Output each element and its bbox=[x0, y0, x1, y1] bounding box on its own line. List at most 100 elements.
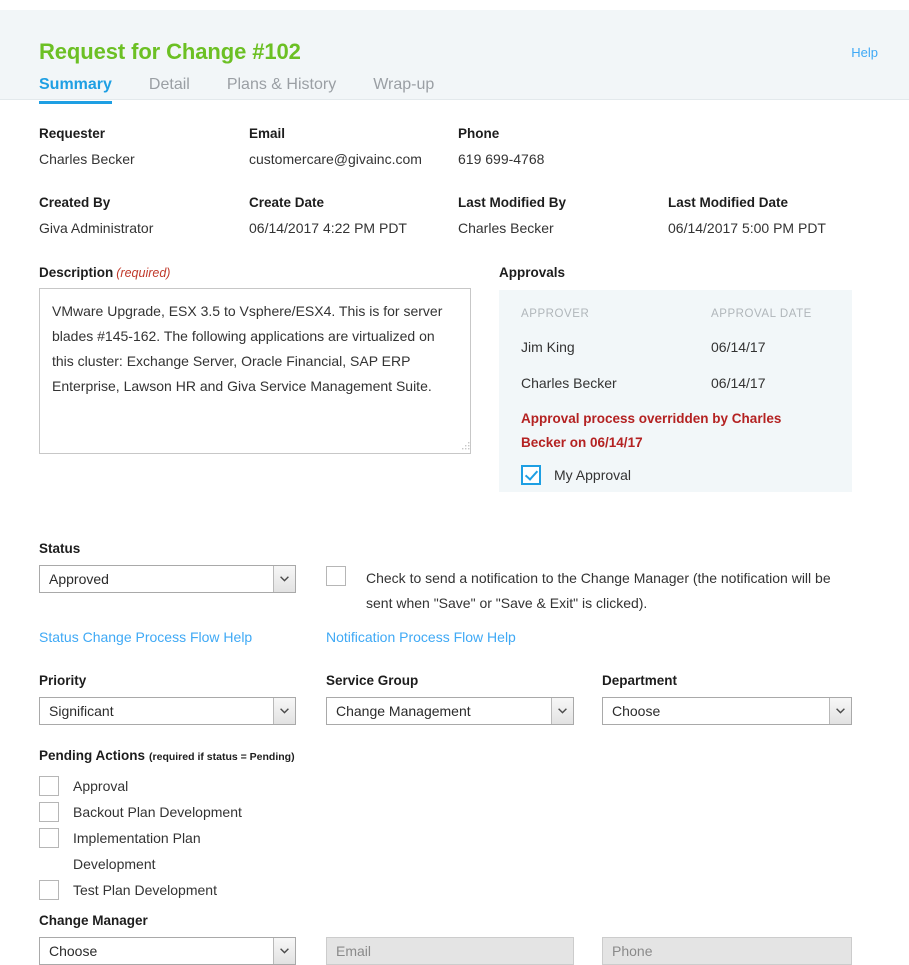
change-manager-email-block: Email bbox=[326, 937, 574, 965]
field-email-value: customercare@givainc.com bbox=[249, 151, 422, 167]
change-manager-email-field[interactable]: Email bbox=[326, 937, 574, 965]
field-requester-value: Charles Becker bbox=[39, 151, 135, 167]
service-group-block: Service Group Change Management bbox=[326, 673, 574, 725]
change-manager-block: Change Manager Choose bbox=[39, 913, 296, 965]
field-last-modified-by-value: Charles Becker bbox=[458, 220, 554, 236]
field-last-modified-date: Last Modified Date 06/14/2017 5:00 PM PD… bbox=[668, 195, 826, 236]
status-select-value: Approved bbox=[49, 571, 109, 587]
notification-checkbox[interactable] bbox=[326, 566, 346, 586]
field-last-modified-date-value: 06/14/2017 5:00 PM PDT bbox=[668, 220, 826, 236]
department-select[interactable]: Choose bbox=[602, 697, 852, 725]
field-last-modified-by: Last Modified By Charles Becker bbox=[458, 195, 566, 236]
department-select-value: Choose bbox=[612, 703, 661, 719]
approvals-col-approval-date: APPROVAL DATE bbox=[711, 308, 812, 320]
my-approval-row: My Approval bbox=[521, 465, 830, 485]
pending-actions-label: Pending Actions (required if status = Pen… bbox=[39, 748, 459, 763]
approvals-heading: Approvals bbox=[499, 265, 566, 280]
list-item: Approval bbox=[39, 774, 459, 798]
field-email: Email customercare@givainc.com bbox=[249, 126, 422, 167]
page-header: Request for Change #102 Help Summary Det… bbox=[0, 10, 909, 104]
list-item: Implementation Plan bbox=[39, 826, 459, 850]
notification-block: Check to send a notification to the Chan… bbox=[326, 566, 886, 616]
my-approval-checkbox[interactable] bbox=[521, 465, 541, 485]
description-label: Description (required) bbox=[39, 265, 474, 280]
approvals-header-row: APPROVER APPROVAL DATE bbox=[521, 308, 830, 339]
field-create-date: Create Date 06/14/2017 4:22 PM PDT bbox=[249, 195, 407, 236]
notification-text: Check to send a notification to the Chan… bbox=[366, 570, 831, 611]
change-manager-label: Change Manager bbox=[39, 913, 148, 928]
approver-name: Charles Becker bbox=[521, 375, 617, 391]
pending-action-label: Test Plan Development bbox=[73, 882, 217, 898]
pending-action-checkbox-implementation-plan-development[interactable] bbox=[39, 828, 59, 848]
field-phone: Phone 619 699-4768 bbox=[458, 126, 544, 167]
field-requester: Requester Charles Becker bbox=[39, 126, 135, 167]
description-label-text: Description bbox=[39, 265, 114, 280]
approvals-col-approver: APPROVER bbox=[521, 308, 590, 320]
department-block: Department Choose bbox=[602, 673, 852, 725]
service-group-select-value: Change Management bbox=[336, 703, 471, 719]
field-phone-label: Phone bbox=[458, 126, 500, 141]
pending-action-label: Backout Plan Development bbox=[73, 804, 242, 820]
field-created-by-value: Giva Administrator bbox=[39, 220, 154, 236]
field-create-date-value: 06/14/2017 4:22 PM PDT bbox=[249, 220, 407, 236]
pending-action-label: Approval bbox=[73, 778, 129, 794]
chevron-down-icon[interactable] bbox=[551, 698, 573, 724]
chevron-down-icon[interactable] bbox=[273, 698, 295, 724]
service-group-label: Service Group bbox=[326, 673, 419, 688]
status-label: Status bbox=[39, 541, 81, 556]
field-phone-value: 619 699-4768 bbox=[458, 151, 545, 167]
department-label: Department bbox=[602, 673, 678, 688]
notification-process-flow-help-link[interactable]: Notification Process Flow Help bbox=[326, 629, 516, 645]
description-input[interactable]: VMware Upgrade, ESX 3.5 to Vsphere/ESX4.… bbox=[39, 288, 471, 454]
list-item: Development bbox=[39, 852, 459, 876]
pending-action-label: Implementation Plan bbox=[73, 830, 201, 846]
approver-name: Jim King bbox=[521, 339, 575, 355]
page-title: Request for Change #102 bbox=[39, 39, 301, 64]
description-required-note: (required) bbox=[116, 266, 171, 280]
tab-plans-history[interactable]: Plans & History bbox=[227, 76, 336, 104]
tab-bar: Summary Detail Plans & History Wrap-up bbox=[39, 76, 471, 104]
pending-action-checkbox-approval[interactable] bbox=[39, 776, 59, 796]
chevron-down-icon[interactable] bbox=[273, 566, 295, 592]
pending-action-checkbox-backout-plan-development[interactable] bbox=[39, 802, 59, 822]
description-block: Description (required) VMware Upgrade, ES… bbox=[39, 265, 474, 454]
field-create-date-label: Create Date bbox=[249, 195, 325, 210]
field-created-by-label: Created By bbox=[39, 195, 111, 210]
pending-actions-note: (required if status = Pending) bbox=[149, 751, 295, 763]
pending-action-label: Development bbox=[73, 856, 156, 872]
pending-action-checkbox-test-plan-development[interactable] bbox=[39, 880, 59, 900]
field-email-label: Email bbox=[249, 126, 286, 141]
tab-summary[interactable]: Summary bbox=[39, 76, 112, 104]
table-row: Charles Becker 06/14/17 bbox=[521, 375, 830, 411]
approval-override-note: Approval process overridden by Charles B… bbox=[521, 411, 782, 450]
priority-select[interactable]: Significant bbox=[39, 697, 296, 725]
approval-date: 06/14/17 bbox=[711, 339, 766, 355]
field-last-modified-by-label: Last Modified By bbox=[458, 195, 567, 210]
change-manager-phone-block: Phone bbox=[602, 937, 852, 965]
status-select[interactable]: Approved bbox=[39, 565, 296, 593]
help-link[interactable]: Help bbox=[851, 45, 878, 60]
table-row: Jim King 06/14/17 bbox=[521, 339, 830, 375]
change-manager-phone-field[interactable]: Phone bbox=[602, 937, 852, 965]
priority-block: Priority Significant bbox=[39, 673, 296, 725]
priority-select-value: Significant bbox=[49, 703, 114, 719]
approvals-block: Approvals APPROVER APPROVAL DATE Jim Kin… bbox=[499, 265, 852, 492]
status-block: Status Approved bbox=[39, 541, 296, 593]
approval-date: 06/14/17 bbox=[711, 375, 766, 391]
priority-label: Priority bbox=[39, 673, 87, 688]
resize-grip-icon[interactable] bbox=[461, 441, 471, 451]
change-manager-select[interactable]: Choose bbox=[39, 937, 296, 965]
field-requester-label: Requester bbox=[39, 126, 106, 141]
approvals-table: APPROVER APPROVAL DATE Jim King 06/14/17… bbox=[521, 308, 830, 411]
service-group-select[interactable]: Change Management bbox=[326, 697, 574, 725]
status-change-process-flow-help-link[interactable]: Status Change Process Flow Help bbox=[39, 629, 252, 645]
field-created-by: Created By Giva Administrator bbox=[39, 195, 153, 236]
tab-detail[interactable]: Detail bbox=[149, 76, 190, 104]
pending-action-label-continuation-spacer bbox=[39, 854, 59, 874]
field-last-modified-date-label: Last Modified Date bbox=[668, 195, 789, 210]
rfc-summary-page: Request for Change #102 Help Summary Det… bbox=[0, 0, 909, 965]
tab-wrap-up[interactable]: Wrap-up bbox=[373, 76, 434, 104]
chevron-down-icon[interactable] bbox=[273, 938, 295, 964]
pending-actions-label-text: Pending Actions bbox=[39, 748, 146, 763]
chevron-down-icon[interactable] bbox=[829, 698, 851, 724]
